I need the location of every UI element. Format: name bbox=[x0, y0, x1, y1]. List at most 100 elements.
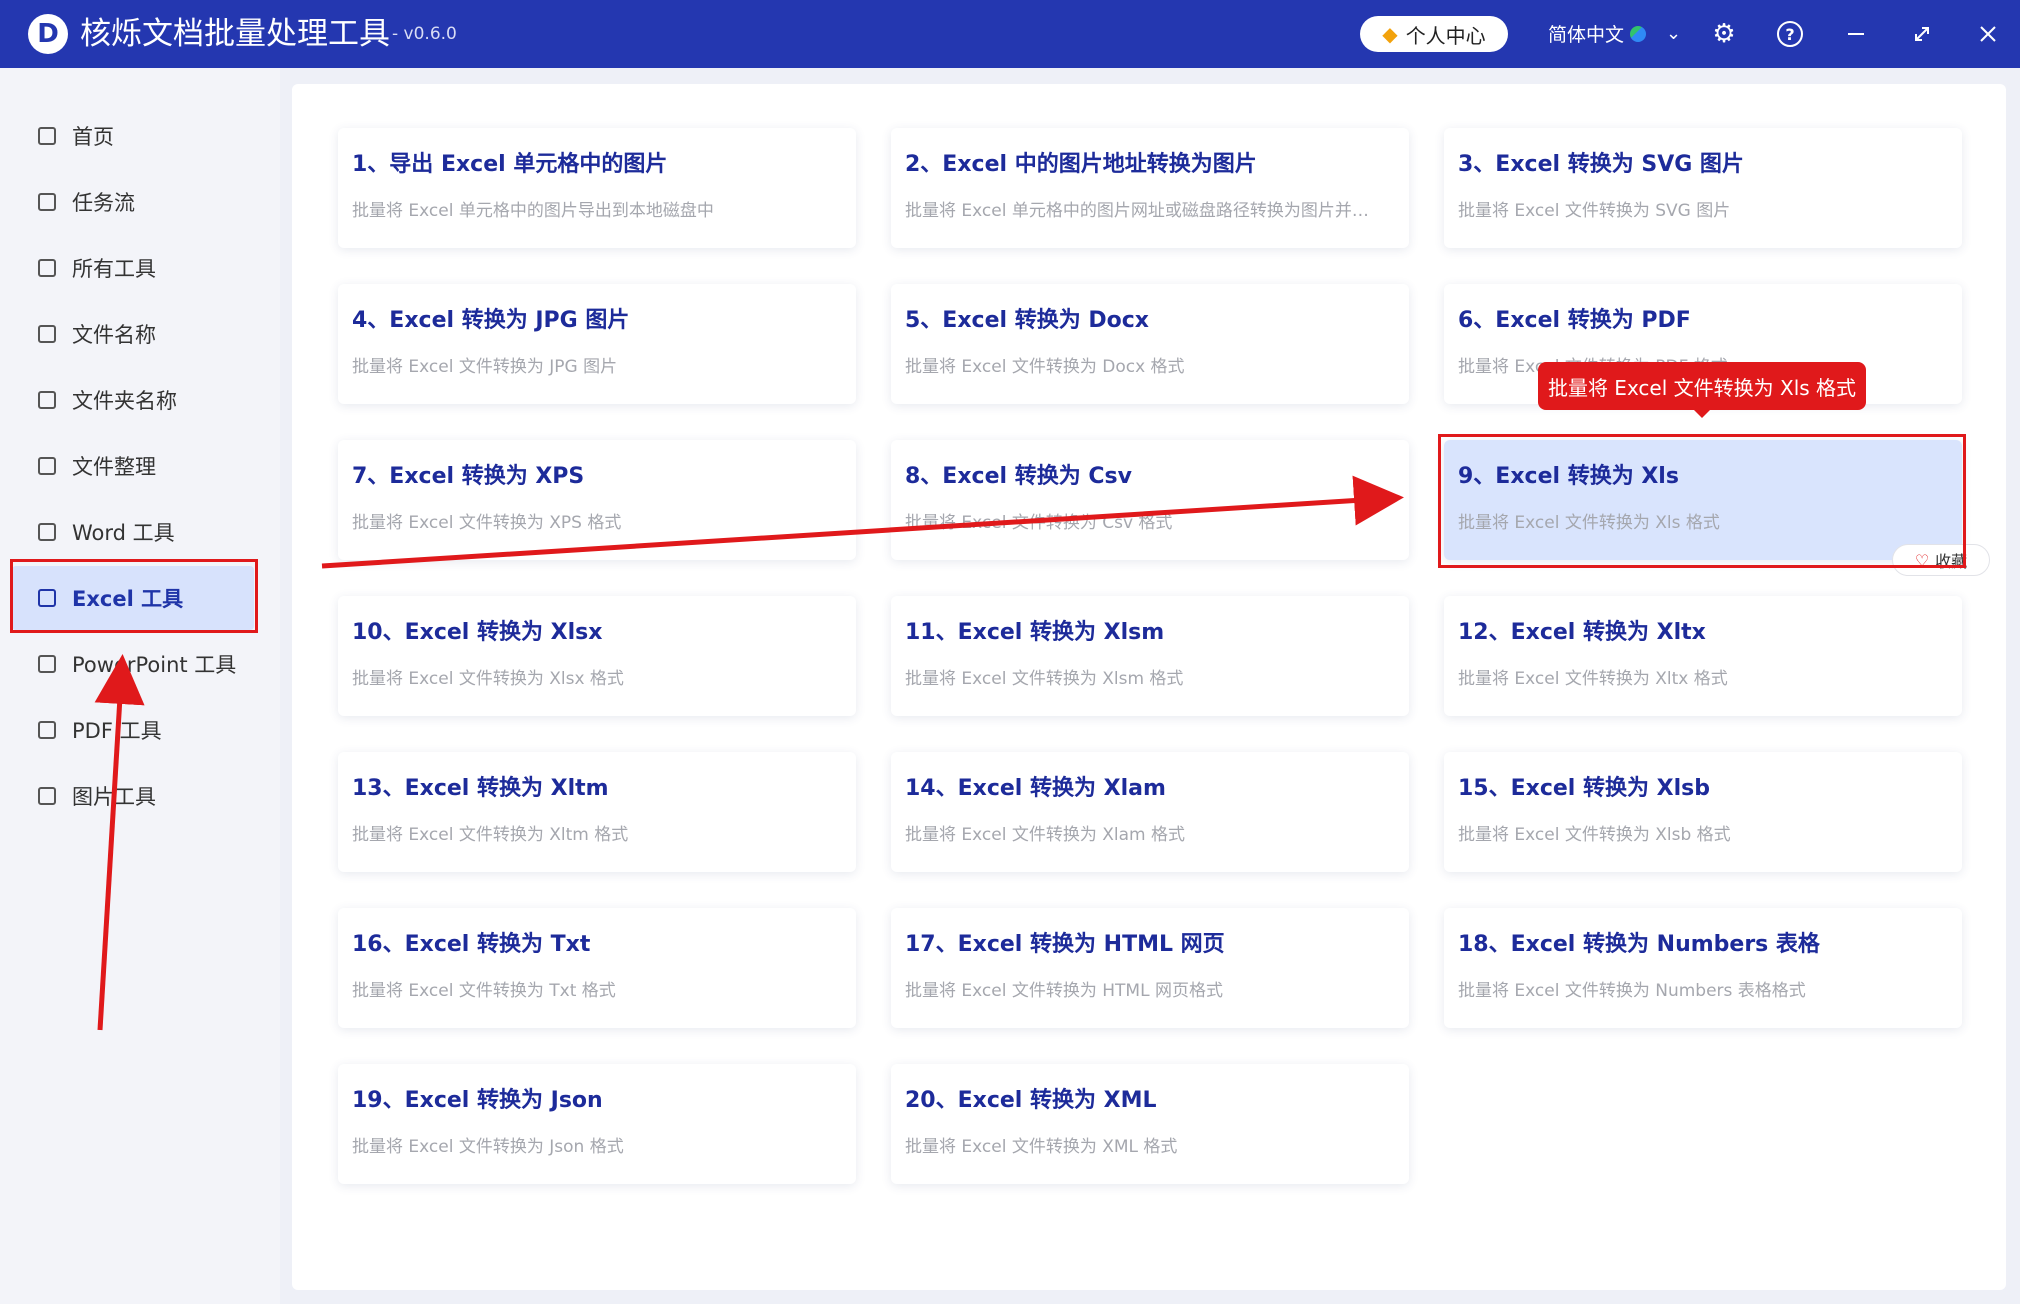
vip-diamond-icon: ◆ bbox=[1382, 22, 1398, 46]
tooltip: 批量将 Excel 文件转换为 Xls 格式 bbox=[1538, 362, 1866, 418]
tool-card[interactable]: 17、Excel 转换为 HTML 网页批量将 Excel 文件转换为 HTML… bbox=[891, 908, 1409, 1028]
tool-card[interactable]: 19、Excel 转换为 Json 批量将 Excel 文件转换为 Json 格式 bbox=[338, 1064, 856, 1184]
sidebar-item-pdf[interactable]: PDF 工具 bbox=[12, 698, 254, 762]
sidebar-item-powerpoint[interactable]: PowerPoint 工具 bbox=[12, 632, 254, 696]
tool-card-title: 4、Excel 转换为 JPG 图片 bbox=[352, 308, 630, 333]
sidebar-item-home[interactable]: 首页 bbox=[12, 104, 254, 168]
tool-card-title: 16、Excel 转换为 Txt bbox=[352, 932, 591, 957]
tool-card-title: 19、Excel 转换为 Json bbox=[352, 1088, 603, 1113]
app-title: 核烁文档批量处理工具 bbox=[80, 16, 390, 52]
sidebar-item-workflow[interactable]: 任务流 bbox=[12, 170, 254, 234]
help-icon[interactable]: ? bbox=[1772, 16, 1808, 52]
tool-card[interactable]: 4、Excel 转换为 JPG 图片批量将 Excel 文件转换为 JPG 图片 bbox=[338, 284, 856, 404]
tool-card-description: 批量将 Excel 文件转换为 Docx 格式 bbox=[905, 357, 1185, 377]
sidebar-item-label: 首页 bbox=[72, 125, 114, 149]
favorite-label: 收藏 bbox=[1935, 552, 1968, 571]
close-icon[interactable] bbox=[1970, 16, 2006, 52]
tool-card-description: 批量将 Excel 文件转换为 Xlsx 格式 bbox=[352, 669, 624, 689]
tool-card[interactable]: 11、Excel 转换为 Xlsm 批量将 Excel 文件转换为 Xlsm 格式 bbox=[891, 596, 1409, 716]
tool-card-description: 批量将 Excel 文件转换为 HTML 网页格式 bbox=[905, 981, 1223, 1001]
tool-card[interactable]: 1、导出 Excel 单元格中的图片批量将 Excel 单元格中的图片导出到本地… bbox=[338, 128, 856, 248]
sidebar-item-folder[interactable]: 文件夹名称 bbox=[12, 368, 254, 432]
tool-card-description: 批量将 Excel 文件转换为 Xlsm 格式 bbox=[905, 669, 1184, 689]
organize-icon bbox=[38, 457, 56, 475]
tool-card-description: 批量将 Excel 文件转换为 Xltm 格式 bbox=[352, 825, 629, 845]
sidebar-item-label: 文件名称 bbox=[72, 323, 156, 347]
sidebar-item-word[interactable]: Word 工具 bbox=[12, 500, 254, 564]
tool-card-title: 15、Excel 转换为 Xlsb bbox=[1458, 776, 1711, 801]
app-version: - v0.6.0 bbox=[392, 24, 457, 44]
tool-card-title: 6、Excel 转换为 PDF bbox=[1458, 308, 1691, 333]
tool-card-description: 批量将 Excel 文件转换为 Json 格式 bbox=[352, 1137, 624, 1157]
tool-card[interactable]: 10、Excel 转换为 Xlsx 批量将 Excel 文件转换为 Xlsx 格式 bbox=[338, 596, 856, 716]
sidebar-item-label: PDF 工具 bbox=[72, 719, 162, 743]
tool-card[interactable]: 14、Excel 转换为 Xlam 批量将 Excel 文件转换为 Xlam 格式 bbox=[891, 752, 1409, 872]
sidebar-item-excel[interactable]: Excel 工具 bbox=[12, 566, 254, 630]
tool-card-description: 批量将 Excel 文件转换为 XPS 格式 bbox=[352, 513, 622, 533]
file-name-icon bbox=[38, 325, 56, 343]
tool-card-title: 3、Excel 转换为 SVG 图片 bbox=[1458, 152, 1744, 177]
tool-card[interactable]: 8、Excel 转换为 Csv 批量将 Excel 文件转换为 Csv 格式 bbox=[891, 440, 1409, 560]
personal-center-button[interactable]: ◆ 个人中心 bbox=[1360, 16, 1508, 52]
sidebar-item-label: Excel 工具 bbox=[72, 587, 184, 611]
tool-card[interactable]: 16、Excel 转换为 Txt 批量将 Excel 文件转换为 Txt 格式 bbox=[338, 908, 856, 1028]
tool-card-title: 20、Excel 转换为 XML bbox=[905, 1088, 1157, 1113]
tool-card-title: 12、Excel 转换为 Xltx bbox=[1458, 620, 1706, 645]
home-icon bbox=[38, 127, 56, 145]
maximize-icon[interactable] bbox=[1904, 16, 1940, 52]
sidebar-item-label: PowerPoint 工具 bbox=[72, 653, 237, 677]
tool-card-title: 8、Excel 转换为 Csv bbox=[905, 464, 1132, 489]
globe-icon bbox=[1630, 25, 1647, 42]
sidebar-item-organize[interactable]: 文件整理 bbox=[12, 434, 254, 498]
tool-card-description: 批量将 Excel 文件转换为 SVG 图片 bbox=[1458, 201, 1731, 221]
tool-card-description: 批量将 Excel 文件转换为 Xlam 格式 bbox=[905, 825, 1185, 845]
tool-card-description: 批量将 Excel 文件转换为 Xls 格式 bbox=[1458, 513, 1720, 533]
tool-card-description: 批量将 Excel 单元格中的图片导出到本地磁盘中 bbox=[352, 201, 714, 221]
sidebar-item-label: 文件夹名称 bbox=[72, 389, 177, 413]
tool-card[interactable]: 20、Excel 转换为 XML 批量将 Excel 文件转换为 XML 格式 bbox=[891, 1064, 1409, 1184]
tool-card-title: 1、导出 Excel 单元格中的图片 bbox=[352, 152, 668, 177]
tool-card-description: 批量将 Excel 文件转换为 Txt 格式 bbox=[352, 981, 616, 1001]
tool-card[interactable]: 15、Excel 转换为 Xlsb 批量将 Excel 文件转换为 Xlsb 格式 bbox=[1444, 752, 1962, 872]
tool-card-description: 批量将 Excel 文件转换为 JPG 图片 bbox=[352, 357, 618, 377]
language-label: 简体中文 bbox=[1548, 24, 1625, 46]
tool-card[interactable]: 5、Excel 转换为 Docx 批量将 Excel 文件转换为 Docx 格式 bbox=[891, 284, 1409, 404]
minimize-icon[interactable] bbox=[1838, 16, 1874, 52]
word-icon bbox=[38, 523, 56, 541]
tool-card[interactable]: 12、Excel 转换为 Xltx 批量将 Excel 文件转换为 Xltx 格式 bbox=[1444, 596, 1962, 716]
folder-icon bbox=[38, 391, 56, 409]
image-icon bbox=[38, 787, 56, 805]
sidebar-item-label: 任务流 bbox=[72, 191, 135, 215]
tool-card[interactable]: 9、Excel 转换为 Xls 批量将 Excel 文件转换为 Xls 格式 bbox=[1444, 440, 1962, 560]
workflow-icon bbox=[38, 193, 56, 211]
tool-card-title: 2、Excel 中的图片地址转换为图片 bbox=[905, 152, 1257, 177]
gear-icon[interactable]: ⚙ bbox=[1706, 16, 1742, 52]
powerpoint-icon bbox=[38, 655, 56, 673]
tool-card-description: 批量将 Excel 文件转换为 Csv 格式 bbox=[905, 513, 1173, 533]
tool-card-title: 9、Excel 转换为 Xls bbox=[1458, 464, 1679, 489]
sidebar-item-label: 所有工具 bbox=[72, 257, 156, 281]
tool-card-title: 10、Excel 转换为 Xlsx bbox=[352, 620, 603, 645]
tool-card-description: 批量将 Excel 单元格中的图片网址或磁盘路径转换为图片并… bbox=[905, 201, 1369, 221]
heart-icon: ♡ bbox=[1914, 550, 1930, 570]
tool-card-title: 18、Excel 转换为 Numbers 表格 bbox=[1458, 932, 1820, 957]
language-selector[interactable]: 简体中文 ⌄ bbox=[1548, 20, 1681, 47]
sidebar-item-label: 图片工具 bbox=[72, 785, 156, 809]
app-logo-icon: D bbox=[28, 14, 68, 54]
sidebar-item-image[interactable]: 图片工具 bbox=[12, 764, 254, 828]
tool-card-title: 13、Excel 转换为 Xltm bbox=[352, 776, 609, 801]
personal-center-label: 个人中心 bbox=[1405, 23, 1486, 48]
sidebar-item-label: Word 工具 bbox=[72, 521, 175, 545]
favorite-button[interactable]: ♡ 收藏 bbox=[1892, 544, 1990, 576]
chevron-down-icon: ⌄ bbox=[1666, 23, 1682, 44]
tool-card[interactable]: 3、Excel 转换为 SVG 图片批量将 Excel 文件转换为 SVG 图片 bbox=[1444, 128, 1962, 248]
sidebar-item-file-name[interactable]: 文件名称 bbox=[12, 302, 254, 366]
tool-card-title: 5、Excel 转换为 Docx bbox=[905, 308, 1149, 333]
tool-card[interactable]: 18、Excel 转换为 Numbers 表格 批量将 Excel 文件转换为 N… bbox=[1444, 908, 1962, 1028]
tool-card[interactable]: 13、Excel 转换为 Xltm 批量将 Excel 文件转换为 Xltm 格式 bbox=[338, 752, 856, 872]
tool-card[interactable]: 2、Excel 中的图片地址转换为图片批量将 Excel 单元格中的图片网址或磁… bbox=[891, 128, 1409, 248]
sidebar-item-monitor[interactable]: 所有工具 bbox=[12, 236, 254, 300]
tool-card[interactable]: 7、Excel 转换为 XPS 批量将 Excel 文件转换为 XPS 格式 bbox=[338, 440, 856, 560]
tool-card-description: 批量将 Excel 文件转换为 XML 格式 bbox=[905, 1137, 1178, 1157]
tool-card-title: 17、Excel 转换为 HTML 网页 bbox=[905, 932, 1225, 957]
